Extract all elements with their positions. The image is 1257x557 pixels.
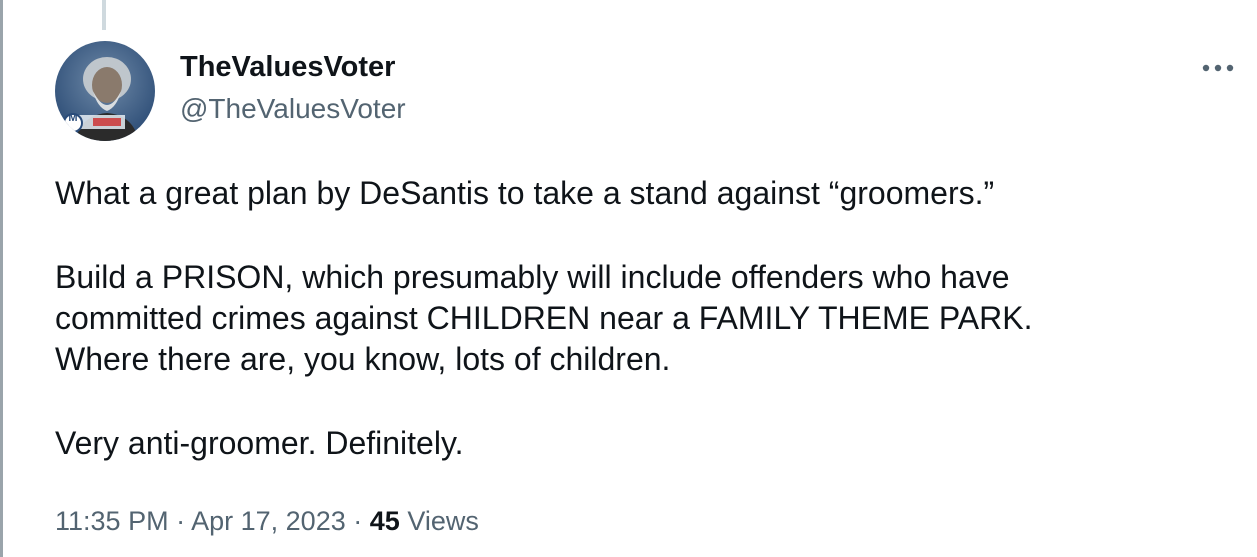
- more-options-button[interactable]: [1196, 50, 1240, 86]
- tweet-time: 11:35 PM: [55, 506, 169, 536]
- tweet-line: What a great plan by DeSantis to take a …: [55, 175, 995, 211]
- views-link[interactable]: 45 Views: [370, 506, 479, 536]
- panel-left-border: [0, 0, 3, 557]
- thread-connector-line: [102, 0, 106, 30]
- author-display-name[interactable]: TheValuesVoter: [180, 50, 395, 84]
- author-handle[interactable]: @TheValuesVoter: [180, 92, 406, 126]
- views-count: 45: [369, 506, 400, 536]
- views-label: Views: [407, 506, 479, 536]
- more-horizontal-icon: [1202, 64, 1234, 72]
- meta-separator: ·: [176, 506, 186, 536]
- avatar-badge-letter: M: [68, 112, 78, 124]
- avatar-image: [55, 41, 155, 141]
- meta-separator: ·: [353, 506, 363, 536]
- tweet-line: committed crimes against CHILDREN near a…: [55, 300, 1033, 336]
- tweet-line: Build a PRISON, which presumably will in…: [55, 259, 1010, 295]
- tweet-metadata: 11:35 PM · Apr 17, 2023 · 45 Views: [55, 503, 479, 539]
- tweet-timestamp-link[interactable]: 11:35 PM · Apr 17, 2023: [55, 506, 346, 536]
- avatar[interactable]: M: [55, 41, 155, 141]
- tweet-line: Very anti-groomer. Definitely.: [55, 425, 464, 461]
- tweet-text: What a great plan by DeSantis to take a …: [55, 173, 1235, 464]
- tweet-line: Where there are, you know, lots of child…: [55, 341, 671, 377]
- tweet-date: Apr 17, 2023: [191, 506, 346, 536]
